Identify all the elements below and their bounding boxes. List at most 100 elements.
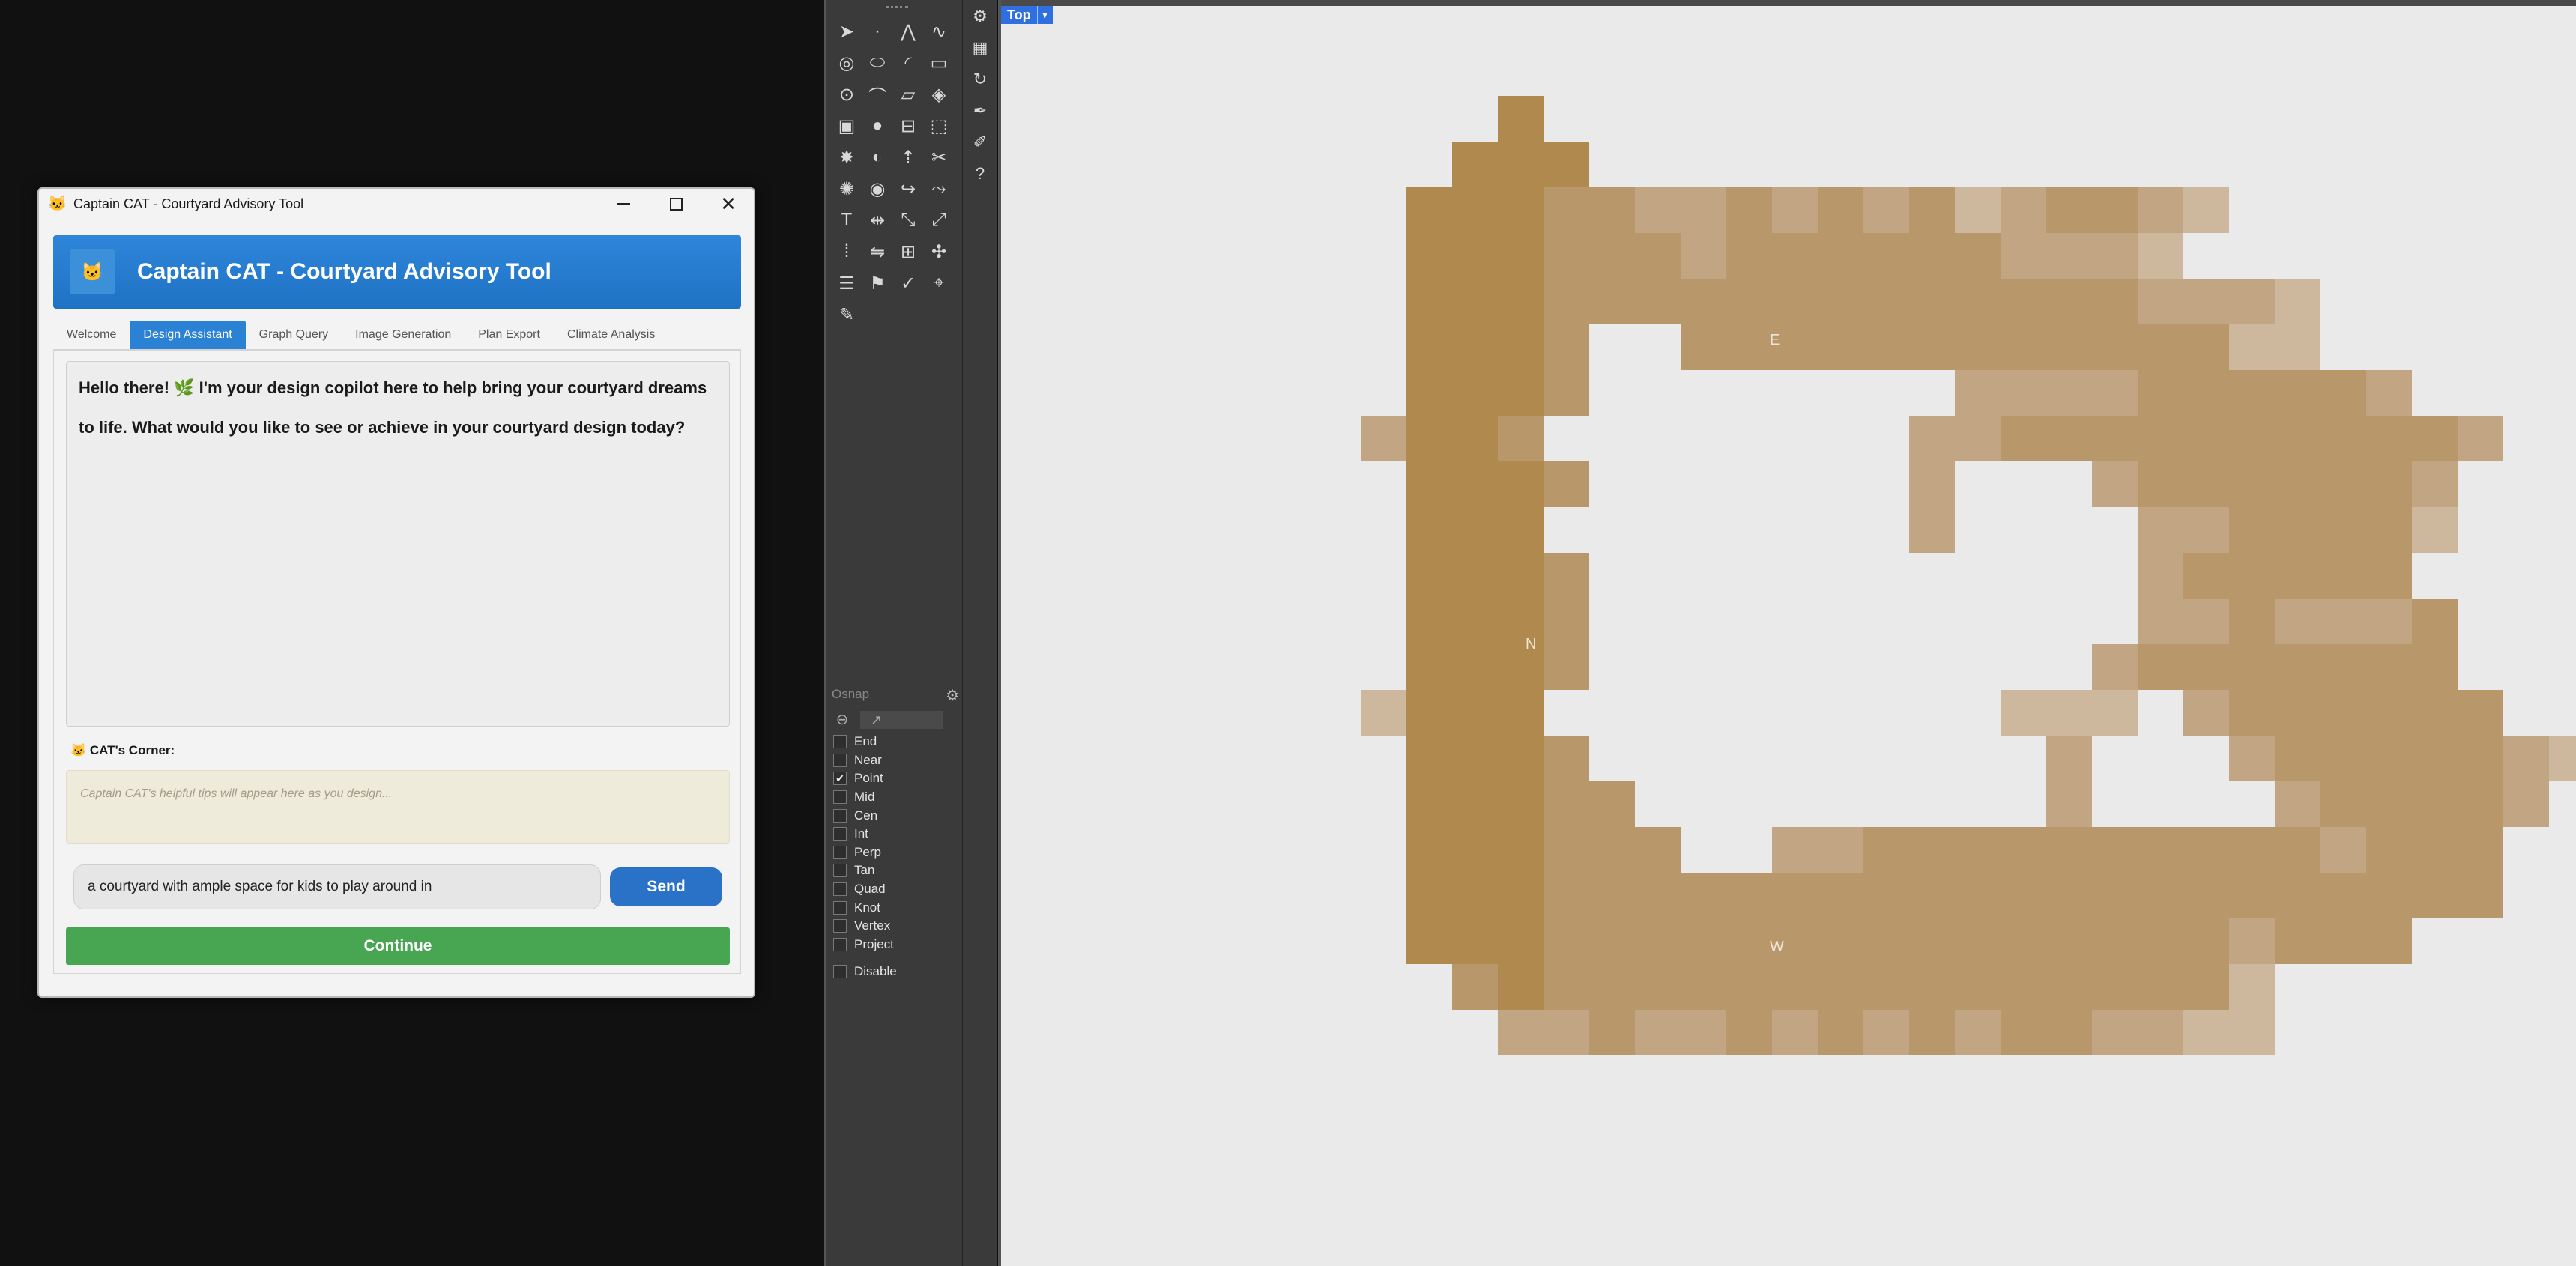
model-block[interactable]	[2092, 644, 2138, 690]
model-block[interactable]	[2229, 644, 2275, 690]
model-block[interactable]	[2275, 827, 2320, 873]
model-block[interactable]	[1955, 233, 2001, 279]
model-block[interactable]	[1498, 1010, 1544, 1055]
model-block[interactable]	[2001, 873, 2046, 918]
model-block[interactable]	[2001, 416, 2046, 461]
model-block[interactable]	[1955, 873, 2001, 918]
osnap-end[interactable]: End	[826, 733, 964, 751]
model-block[interactable]	[2001, 187, 2046, 233]
model-block[interactable]	[2320, 599, 2366, 644]
model-block[interactable]	[1772, 233, 1818, 279]
model-block[interactable]	[1544, 918, 1589, 964]
model-block[interactable]	[1909, 279, 1955, 324]
model-block[interactable]	[2503, 781, 2549, 827]
model-block[interactable]	[1452, 461, 1498, 507]
model-block[interactable]	[2092, 827, 2138, 873]
tab-graph-query[interactable]: Graph Query	[246, 321, 342, 349]
model-block[interactable]	[1955, 416, 2001, 461]
model-block[interactable]	[2138, 599, 2183, 644]
model-block[interactable]	[2549, 736, 2576, 781]
model-block[interactable]	[2275, 599, 2320, 644]
boolean-icon[interactable]: ◐	[864, 144, 891, 171]
model-block[interactable]	[2138, 873, 2183, 918]
model-block[interactable]	[2458, 873, 2503, 918]
model-block[interactable]	[1452, 736, 1498, 781]
model-block[interactable]	[1452, 507, 1498, 553]
model-block[interactable]	[2092, 461, 2138, 507]
model-block[interactable]	[1498, 187, 1544, 233]
model-block[interactable]	[1863, 187, 1909, 233]
model-block[interactable]	[1955, 370, 2001, 416]
model-block[interactable]	[1498, 736, 1544, 781]
osnap-vertex[interactable]: Vertex	[826, 917, 964, 936]
model-block[interactable]	[1726, 873, 1772, 918]
model-block[interactable]	[2001, 827, 2046, 873]
model-block[interactable]	[1498, 690, 1544, 736]
model-block[interactable]	[1498, 461, 1544, 507]
model-block[interactable]	[1681, 873, 1726, 918]
osnap-point[interactable]: ✔ Point	[826, 769, 964, 788]
model-block[interactable]	[2412, 781, 2458, 827]
model-block[interactable]	[2183, 964, 2229, 1010]
model-block[interactable]	[1589, 1010, 1635, 1055]
split-icon[interactable]: ⤳	[925, 175, 952, 202]
model-block[interactable]	[2229, 873, 2275, 918]
prompt-input[interactable]	[73, 864, 601, 909]
model-block[interactable]	[2229, 690, 2275, 736]
mirror-icon[interactable]: ⇋	[864, 238, 891, 265]
model-block[interactable]	[1726, 324, 1772, 370]
model-block[interactable]	[2138, 553, 2183, 599]
model-block[interactable]	[1406, 553, 1452, 599]
model-block[interactable]	[2183, 279, 2229, 324]
tab-design-assistant[interactable]: Design Assistant	[130, 321, 246, 349]
model-block[interactable]	[2183, 599, 2229, 644]
model-block[interactable]	[2320, 873, 2366, 918]
box-icon[interactable]: ▣	[833, 112, 860, 139]
model-block[interactable]	[1772, 827, 1818, 873]
solid-edit-icon[interactable]: ⬚	[925, 112, 952, 139]
model-block[interactable]	[1726, 918, 1772, 964]
array-icon[interactable]: ⁞	[833, 238, 860, 265]
smarttrack-icon[interactable]: ↗	[860, 711, 943, 729]
model-block[interactable]	[1681, 279, 1726, 324]
model-block[interactable]	[1498, 599, 1544, 644]
model-block[interactable]	[1544, 736, 1589, 781]
model-block[interactable]	[1452, 279, 1498, 324]
model-block[interactable]	[2275, 873, 2320, 918]
chat-history[interactable]: Hello there! 🌿 I'm your design copilot h…	[66, 361, 730, 727]
model-block[interactable]	[1818, 324, 1863, 370]
model-block[interactable]	[1589, 781, 1635, 827]
send-button[interactable]: Send	[610, 867, 722, 906]
model-block[interactable]	[2138, 324, 2183, 370]
model-block[interactable]	[2458, 827, 2503, 873]
model-block[interactable]	[1498, 781, 1544, 827]
transform-icon[interactable]: ⤡	[895, 207, 922, 234]
osnap-project[interactable]: Project	[826, 936, 964, 954]
model-block[interactable]	[1452, 690, 1498, 736]
model-block[interactable]	[1406, 416, 1452, 461]
osnap-perp[interactable]: Perp	[826, 844, 964, 862]
model-block[interactable]	[1498, 827, 1544, 873]
model-block[interactable]	[2001, 1010, 2046, 1055]
continue-button[interactable]: Continue	[66, 927, 730, 965]
model-block[interactable]	[2275, 507, 2320, 553]
model-block[interactable]	[2138, 370, 2183, 416]
model-block[interactable]	[2458, 690, 2503, 736]
model-block[interactable]	[2229, 736, 2275, 781]
model-block[interactable]	[2046, 416, 2092, 461]
paint-icon[interactable]: ✎	[833, 301, 860, 328]
layer-icon[interactable]: ☰	[833, 270, 860, 297]
model-block[interactable]	[2138, 1010, 2183, 1055]
model-block[interactable]	[1452, 644, 1498, 690]
model-block[interactable]	[1498, 96, 1544, 142]
model-block[interactable]	[2412, 507, 2458, 553]
redo-icon[interactable]: ↻	[967, 66, 994, 93]
model-block[interactable]	[1452, 918, 1498, 964]
model-block[interactable]	[1909, 964, 1955, 1010]
model-block[interactable]	[1498, 279, 1544, 324]
model-block[interactable]	[1406, 279, 1452, 324]
model-block[interactable]	[1818, 1010, 1863, 1055]
check-icon[interactable]: ✓	[895, 270, 922, 297]
model-block[interactable]	[2366, 416, 2412, 461]
model-block[interactable]	[1635, 918, 1681, 964]
